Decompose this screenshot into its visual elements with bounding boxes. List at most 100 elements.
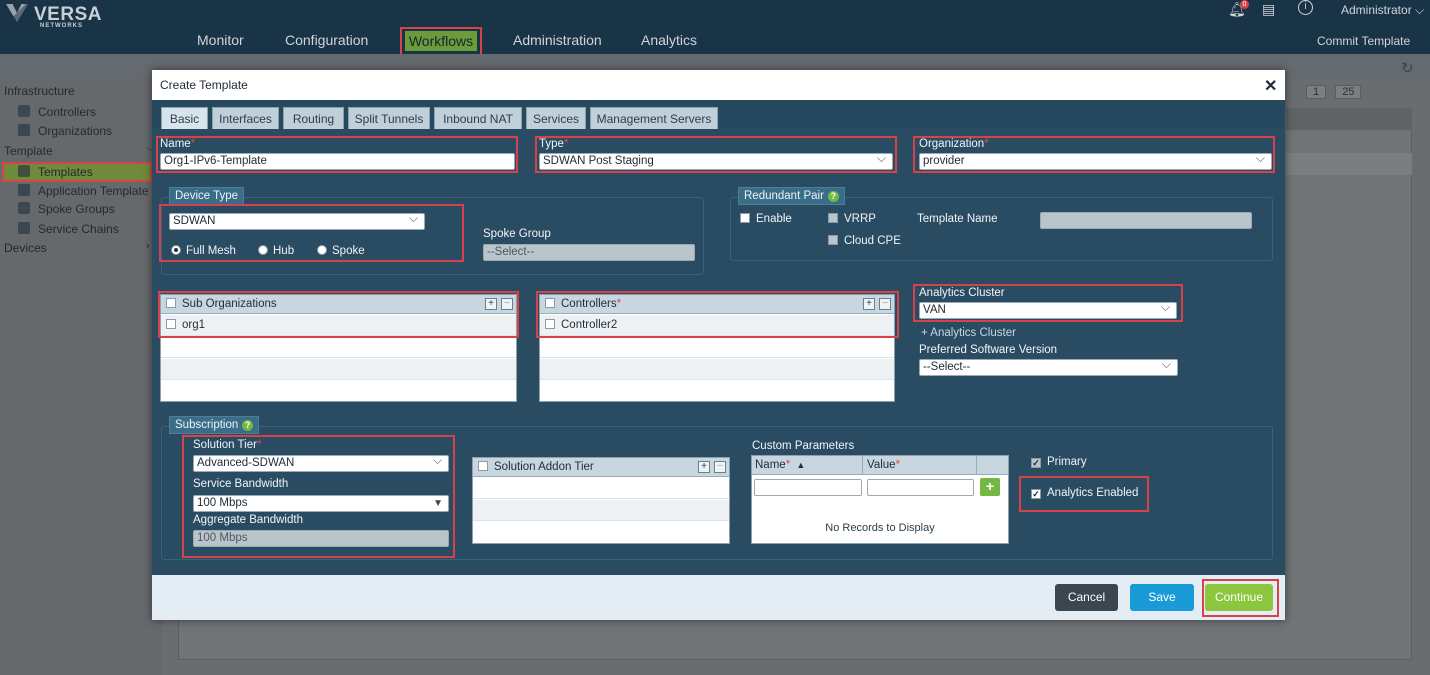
document-icon[interactable]: ▤ xyxy=(1262,1,1275,18)
nav-workflows[interactable]: Workflows xyxy=(405,31,477,51)
tab-routing[interactable]: Routing xyxy=(283,107,344,129)
preferred-software-version-select[interactable]: --Select-- xyxy=(919,357,1178,376)
add-parameter-button[interactable]: + xyxy=(980,478,1000,496)
tab-basic[interactable]: Basic xyxy=(161,107,208,129)
remove-icon[interactable]: − xyxy=(879,298,891,310)
radio-spoke-indicator[interactable] xyxy=(317,245,327,255)
aggregate-bandwidth-input[interactable]: 100 Mbps xyxy=(193,530,449,547)
analytics-cluster-label: Analytics Cluster xyxy=(919,287,1005,299)
param-name-input[interactable] xyxy=(754,479,862,496)
select-all-checkbox[interactable] xyxy=(545,298,555,308)
nav-administration[interactable]: Administration xyxy=(513,32,602,48)
spoke-groups-icon xyxy=(18,202,30,214)
refresh-icon[interactable]: ↻ xyxy=(1401,59,1414,77)
select-all-checkbox[interactable] xyxy=(478,461,488,471)
application-template-icon xyxy=(18,184,30,196)
continue-button[interactable]: Continue xyxy=(1205,584,1273,611)
close-icon[interactable]: ✕ xyxy=(1264,76,1277,96)
controllers-icon xyxy=(18,105,30,117)
table-row[interactable]: org1 xyxy=(161,315,516,336)
nav-monitor[interactable]: Monitor xyxy=(197,32,244,48)
nav-analytics[interactable]: Analytics xyxy=(641,32,697,48)
radio-full-mesh-indicator[interactable] xyxy=(171,245,181,255)
device-type-select[interactable]: SDWAN xyxy=(169,211,425,230)
add-icon[interactable]: + xyxy=(485,298,497,310)
user-menu[interactable]: Administrator ⌵ xyxy=(1341,3,1424,18)
remove-icon[interactable]: − xyxy=(501,298,513,310)
vrrp-checkbox[interactable]: VRRP xyxy=(828,213,876,225)
add-icon[interactable]: + xyxy=(698,461,710,473)
tab-management-servers[interactable]: Management Servers xyxy=(590,107,718,129)
save-button[interactable]: Save xyxy=(1130,584,1194,611)
cloud-cpe-checkbox[interactable]: Cloud CPE xyxy=(828,235,901,247)
tab-split-tunnels[interactable]: Split Tunnels xyxy=(348,107,430,129)
page-number[interactable]: 1 xyxy=(1306,85,1327,99)
sidebar-item-organizations[interactable]: Organizations xyxy=(18,124,112,138)
grid-header: Sub Organizations xyxy=(161,295,516,314)
enable-checkbox-box[interactable] xyxy=(740,213,750,223)
sidebar-item-spoke-groups[interactable]: Spoke Groups xyxy=(18,202,115,216)
tab-interfaces[interactable]: Interfaces xyxy=(212,107,279,129)
row-checkbox[interactable] xyxy=(545,319,555,329)
chevron-right-icon: › xyxy=(146,240,150,252)
dialog-footer: Cancel Save Continue xyxy=(152,575,1285,620)
remove-icon[interactable]: − xyxy=(714,461,726,473)
page-size-select[interactable]: 25 xyxy=(1335,85,1362,99)
sidebar-item-service-chains[interactable]: Service Chains xyxy=(18,222,119,236)
pager: 1 25 xyxy=(1300,85,1362,99)
analytics-enabled-checkbox[interactable]: Analytics Enabled xyxy=(1031,487,1138,499)
sidebar-item-templates[interactable]: Templates xyxy=(18,165,93,179)
spoke-group-select[interactable]: --Select-- xyxy=(483,244,695,261)
tab-bar: Basic Interfaces Routing Split Tunnels I… xyxy=(152,100,1285,129)
vrrp-checkbox-box[interactable] xyxy=(828,213,838,223)
name-input[interactable]: Org1-IPv6-Template xyxy=(160,153,515,170)
service-bandwidth-select[interactable]: 100 Mbps ▼ xyxy=(193,495,449,512)
type-select[interactable]: SDWAN Post Staging xyxy=(539,151,893,170)
tab-inbound-nat[interactable]: Inbound NAT xyxy=(434,107,522,129)
nav-configuration[interactable]: Configuration xyxy=(285,32,368,48)
enable-checkbox[interactable]: Enable xyxy=(740,213,792,225)
sidebar-item-controllers[interactable]: Controllers xyxy=(18,105,96,119)
info-icon[interactable]: i xyxy=(1298,0,1313,15)
add-analytics-cluster-link[interactable]: + Analytics Cluster xyxy=(921,327,1016,339)
analytics-cluster-select[interactable]: VAN xyxy=(919,300,1177,319)
tab-services[interactable]: Services xyxy=(526,107,586,129)
radio-hub[interactable]: Hub xyxy=(258,245,294,257)
help-icon[interactable]: ? xyxy=(242,420,254,431)
solution-tier-label: Solution Tier* xyxy=(193,439,262,451)
device-type-panel xyxy=(161,197,704,275)
solution-addon-tier-grid: Solution Addon Tier + − xyxy=(472,457,730,544)
caret-down-icon: ▼ xyxy=(433,498,443,509)
dialog-title: Create Template xyxy=(160,78,248,92)
select-all-checkbox[interactable] xyxy=(166,298,176,308)
sort-icon[interactable]: ▲ xyxy=(796,460,805,470)
grid-header: Solution Addon Tier xyxy=(473,458,729,477)
organization-select[interactable]: provider xyxy=(919,151,1272,170)
radio-full-mesh[interactable]: Full Mesh xyxy=(171,245,236,257)
radio-spoke[interactable]: Spoke xyxy=(317,245,365,257)
radio-hub-indicator[interactable] xyxy=(258,245,268,255)
primary-checkbox-box[interactable] xyxy=(1031,458,1041,468)
table-row xyxy=(473,500,729,521)
param-value-input[interactable] xyxy=(867,479,974,496)
sidebar-infrastructure[interactable]: Infrastructure xyxy=(4,84,75,98)
primary-checkbox[interactable]: Primary xyxy=(1031,456,1087,468)
add-icon[interactable]: + xyxy=(863,298,875,310)
template-name-input[interactable] xyxy=(1040,212,1252,229)
commit-template-link[interactable]: Commit Template xyxy=(1317,34,1410,48)
notification-badge: 0 xyxy=(1240,0,1249,9)
create-template-dialog: Create Template ✕ Basic Interfaces Routi… xyxy=(152,70,1285,620)
sidebar-template[interactable]: Template xyxy=(4,144,53,158)
solution-tier-select[interactable]: Advanced-SDWAN xyxy=(193,453,449,472)
versa-logo-icon xyxy=(6,4,28,22)
help-icon[interactable]: ? xyxy=(827,191,839,202)
analytics-enabled-checkbox-box[interactable] xyxy=(1031,489,1041,499)
sub-organizations-grid: Sub Organizations + − org1 xyxy=(160,294,517,402)
sidebar-devices[interactable]: Devices xyxy=(4,241,47,255)
cancel-button[interactable]: Cancel xyxy=(1055,584,1118,611)
row-checkbox[interactable] xyxy=(166,319,176,329)
name-label: Name* xyxy=(160,138,196,150)
table-row[interactable]: Controller2 xyxy=(540,315,894,336)
sidebar-item-application-template[interactable]: Application Template xyxy=(18,184,164,198)
cloud-cpe-checkbox-box[interactable] xyxy=(828,235,838,245)
